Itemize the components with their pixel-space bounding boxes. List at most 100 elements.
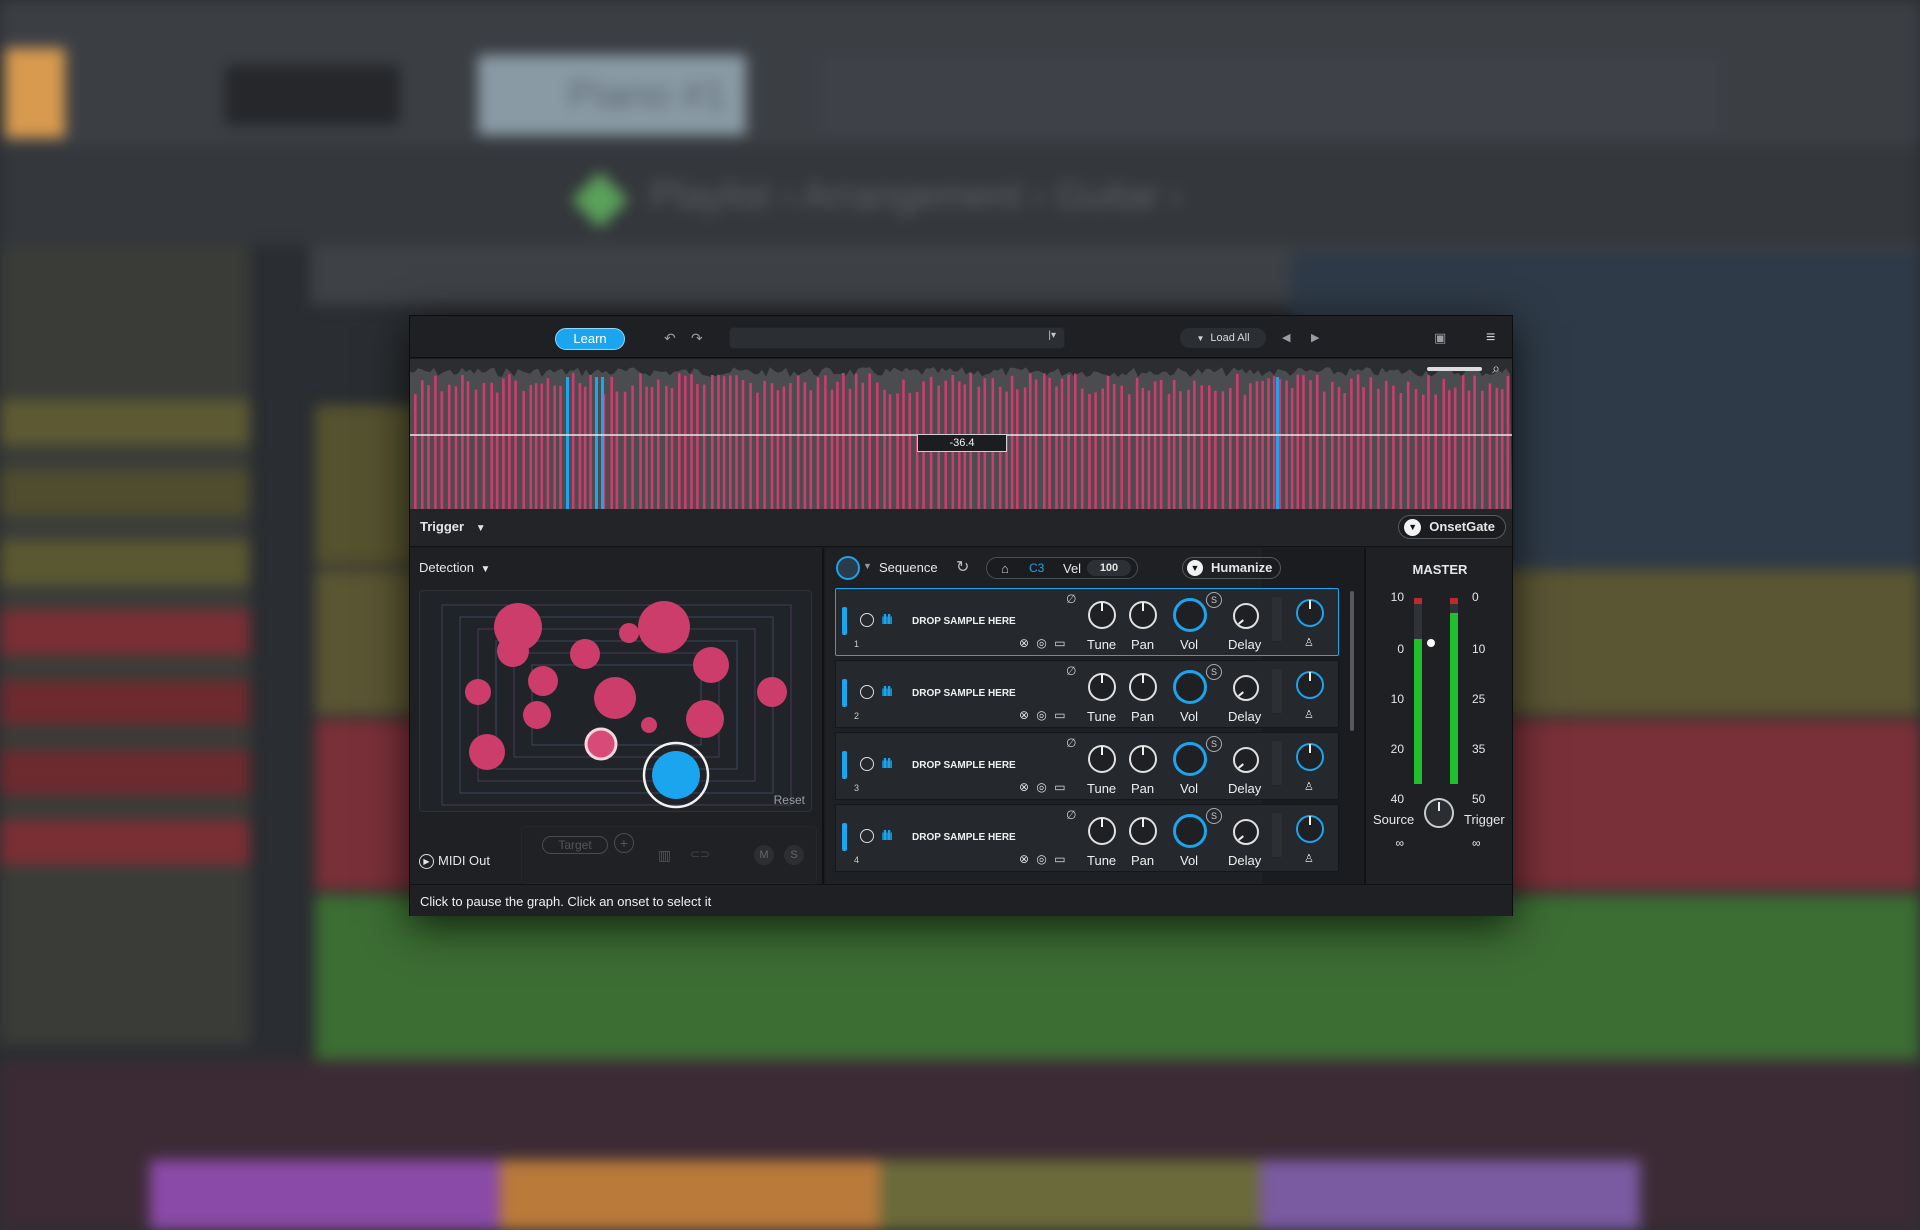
onset-bar[interactable] — [684, 375, 687, 509]
onset-bar[interactable] — [1106, 375, 1110, 509]
volume-knob[interactable] — [1173, 742, 1207, 776]
onset-bar[interactable] — [842, 373, 845, 509]
user-icon[interactable]: ♙ — [1304, 780, 1314, 793]
onset-bar[interactable] — [696, 383, 699, 509]
onset-bar[interactable] — [1243, 394, 1247, 509]
onset-bar[interactable] — [1147, 390, 1151, 510]
onset-bar[interactable] — [1060, 378, 1064, 509]
onset-bar[interactable] — [1094, 392, 1097, 509]
selected-onset-bar[interactable] — [1276, 377, 1279, 509]
remove-icon[interactable]: ⊗ — [1019, 780, 1029, 794]
onset-bar[interactable] — [1392, 385, 1395, 509]
onset-bar[interactable] — [1369, 377, 1373, 509]
onset-bubble[interactable] — [497, 635, 529, 667]
onset-bubble[interactable] — [686, 700, 724, 738]
onset-bar[interactable] — [678, 373, 681, 509]
onsetgate-mode-button[interactable]: ▼ OnsetGate — [1398, 515, 1506, 539]
onset-bar[interactable] — [1399, 392, 1403, 509]
slot-enable-toggle[interactable] — [842, 751, 847, 779]
onset-bar[interactable] — [1315, 374, 1319, 509]
onset-bar[interactable] — [447, 384, 451, 509]
magnifier-icon[interactable]: ⌕ — [1492, 360, 1500, 377]
remove-icon[interactable]: ⊗ — [1019, 708, 1029, 722]
onset-bar[interactable] — [1506, 375, 1510, 509]
detection-dropdown[interactable]: Detection ▼ — [419, 560, 490, 575]
onset-bar[interactable] — [741, 379, 745, 509]
onset-bar[interactable] — [623, 391, 627, 509]
onset-bar[interactable] — [816, 377, 820, 509]
onset-bar[interactable] — [1034, 379, 1038, 510]
onset-bar[interactable] — [1343, 393, 1346, 509]
user-icon[interactable]: ♙ — [1304, 852, 1314, 865]
onset-bar[interactable] — [824, 375, 827, 509]
slot-output-knob[interactable] — [1296, 671, 1324, 699]
onset-bar[interactable] — [1088, 393, 1091, 509]
onset-bar[interactable] — [1010, 375, 1014, 509]
slot-enable-toggle[interactable] — [842, 607, 847, 635]
slot-enable-toggle[interactable] — [842, 679, 847, 707]
onset-bar[interactable] — [514, 380, 517, 509]
onset-waveform[interactable]: -36.4 ⌕ — [410, 359, 1512, 509]
onset-bar[interactable] — [868, 373, 871, 509]
onset-bar[interactable] — [578, 383, 582, 509]
selected-onset-bar[interactable] — [595, 377, 598, 509]
slot-select-radio[interactable] — [860, 757, 874, 771]
onset-bar[interactable] — [440, 391, 444, 509]
onset-bar[interactable] — [1167, 393, 1171, 509]
onset-bar[interactable] — [1290, 388, 1294, 509]
threshold-value[interactable]: -36.4 — [917, 434, 1007, 452]
onset-bar[interactable] — [645, 386, 648, 510]
onset-bar[interactable] — [1187, 389, 1190, 509]
onset-bar[interactable] — [1101, 388, 1105, 510]
load-all-button[interactable]: ▼ Load All — [1180, 328, 1266, 348]
tune-knob[interactable] — [1088, 673, 1116, 701]
onset-bar[interactable] — [796, 375, 800, 509]
zoom-slider[interactable] — [1427, 367, 1482, 371]
onset-bubble[interactable] — [693, 647, 729, 683]
onset-bar[interactable] — [522, 390, 525, 509]
onset-bar[interactable] — [461, 374, 464, 509]
info-icon[interactable]: ◎ — [1036, 708, 1046, 722]
onset-bar[interactable] — [1322, 391, 1326, 510]
onset-bar[interactable] — [1236, 373, 1239, 509]
onset-bar[interactable] — [854, 373, 858, 509]
reset-button[interactable]: Reset — [774, 793, 805, 807]
onset-bar[interactable] — [508, 374, 511, 509]
onset-bar[interactable] — [414, 394, 417, 509]
onset-bar[interactable] — [1422, 394, 1425, 510]
drop-sample-zone[interactable]: DROP SAMPLE HERE — [912, 760, 1016, 771]
delay-knob[interactable] — [1233, 747, 1259, 773]
chevron-down-icon[interactable]: ▼ — [863, 561, 872, 571]
onset-bar[interactable] — [1043, 373, 1046, 509]
onset-bar[interactable] — [454, 386, 458, 509]
slot-output-knob[interactable] — [1296, 815, 1324, 843]
onset-bar[interactable] — [1356, 374, 1360, 510]
onset-bar[interactable] — [836, 381, 839, 509]
onset-bar[interactable] — [1434, 394, 1437, 510]
onset-bar[interactable] — [1208, 385, 1211, 509]
phase-invert-icon[interactable]: ∅ — [1066, 664, 1076, 678]
onset-bar[interactable] — [776, 390, 780, 509]
preset-dropdown-icon[interactable]: |▾ — [1048, 330, 1056, 341]
onset-bar[interactable] — [610, 376, 613, 509]
sample-slot[interactable]: ıllıllı DROP SAMPLE HERE 1 ⊗ ◎ ▭ ∅ Tune Pan Vol… — [835, 588, 1339, 656]
onset-bar[interactable] — [1221, 391, 1225, 509]
volume-knob[interactable] — [1173, 670, 1207, 704]
onset-bar[interactable] — [735, 375, 738, 509]
volume-knob[interactable] — [1173, 814, 1207, 848]
onset-bar[interactable] — [1296, 374, 1300, 509]
onset-bar[interactable] — [421, 380, 424, 509]
drop-sample-zone[interactable]: DROP SAMPLE HERE — [912, 616, 1016, 627]
onset-bar[interactable] — [482, 382, 486, 509]
onset-bar[interactable] — [1249, 383, 1252, 509]
onset-bar[interactable] — [670, 388, 674, 509]
phase-invert-icon[interactable]: ∅ — [1066, 592, 1076, 606]
pan-knob[interactable] — [1129, 673, 1157, 701]
piano-icon[interactable]: ▥ — [658, 847, 671, 864]
onset-bar[interactable] — [1384, 380, 1388, 509]
onset-bar[interactable] — [1172, 379, 1176, 509]
onset-bubble[interactable] — [641, 717, 657, 733]
onset-bar[interactable] — [729, 375, 732, 510]
onset-bubble[interactable] — [594, 677, 636, 719]
onset-bar[interactable] — [690, 374, 693, 509]
